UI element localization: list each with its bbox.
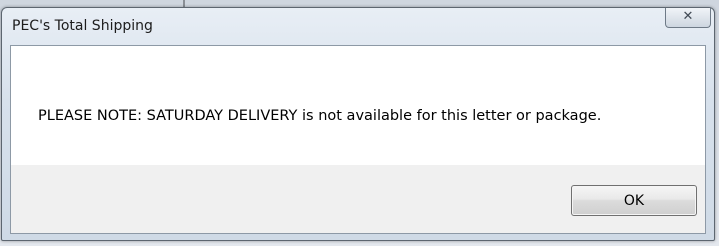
ok-button[interactable]: OK — [571, 185, 697, 216]
dialog-message: PLEASE NOTE: SATURDAY DELIVERY is not av… — [38, 108, 602, 124]
dialog-body: PLEASE NOTE: SATURDAY DELIVERY is not av… — [10, 45, 706, 234]
close-button[interactable]: ✕ — [665, 8, 711, 28]
message-dialog: PEC's Total Shipping ✕ PLEASE NOTE: SATU… — [1, 7, 715, 241]
message-area: PLEASE NOTE: SATURDAY DELIVERY is not av… — [11, 46, 705, 165]
dialog-titlebar[interactable]: PEC's Total Shipping ✕ — [2, 8, 714, 44]
close-icon: ✕ — [682, 9, 694, 24]
dialog-title: PEC's Total Shipping — [12, 18, 153, 34]
